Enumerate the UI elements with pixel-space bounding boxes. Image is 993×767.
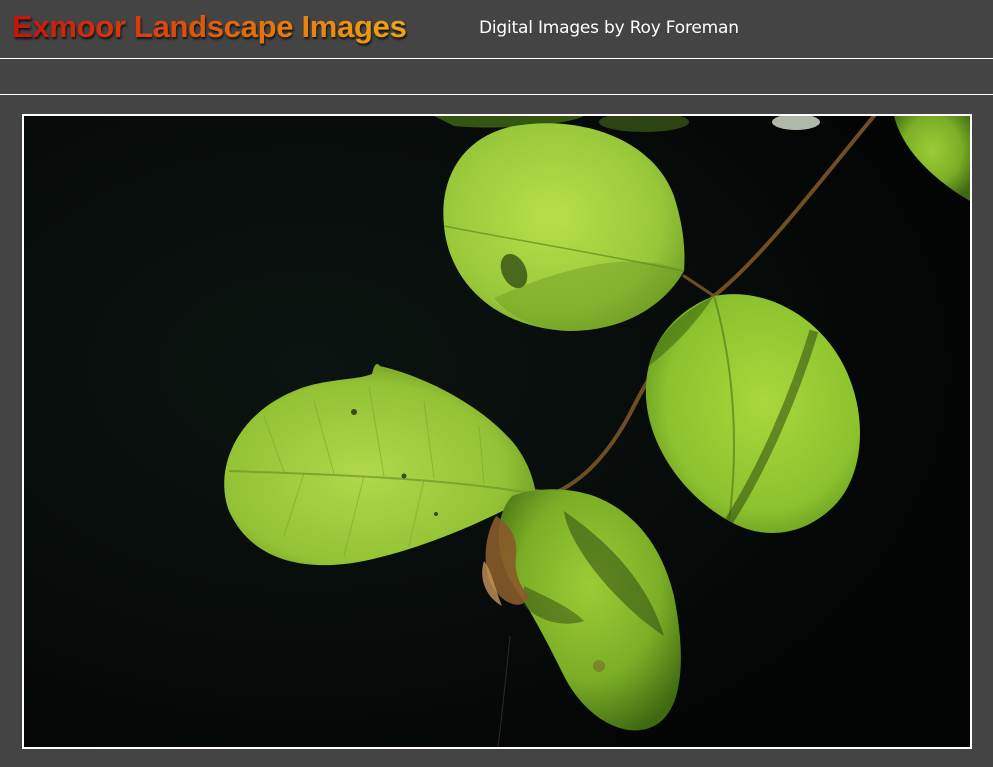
main-photo[interactable] <box>22 114 972 749</box>
navigation-bar <box>0 59 993 94</box>
site-subtitle: Digital Images by Roy Foreman <box>479 18 739 38</box>
page: Exmoor Landscape Images Digital Images b… <box>0 0 993 767</box>
nav-divider <box>0 94 993 95</box>
site-title[interactable]: Exmoor Landscape Images <box>12 8 407 46</box>
leaves-photo-icon <box>24 116 970 747</box>
site-header: Exmoor Landscape Images Digital Images b… <box>0 0 993 58</box>
